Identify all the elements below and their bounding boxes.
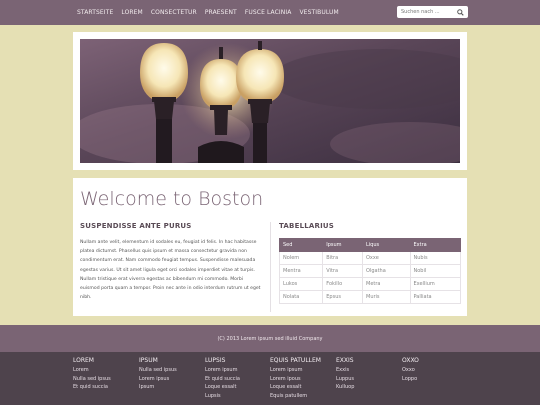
copyright-text: (C) 2013 Lorem ipsum sed illuid Company xyxy=(217,335,323,342)
table-cell: Metra xyxy=(362,277,411,291)
left-body-text: Nullam ante velit, elementum id sodales … xyxy=(80,240,261,301)
search-icon[interactable] xyxy=(455,6,465,18)
footer-link[interactable]: Nulla sed ipsus xyxy=(73,375,135,384)
table-cell: Mentra xyxy=(278,264,324,278)
nav-item-startseite[interactable]: STARTSEITE xyxy=(77,9,113,16)
footer-link[interactable]: Lupsis xyxy=(205,392,267,401)
footer-link[interactable]: Kulluop xyxy=(336,383,398,392)
main-nav: STARTSEITE LOREM CONSECTETUR PRAESENT FU… xyxy=(77,0,347,25)
footer-column-oxxo: OXXO Oxxo Loppo xyxy=(402,357,464,383)
right-column: TABELLARIUS Sed Ipsum Liqus Extra Nolem … xyxy=(278,222,461,304)
table-cell: Nolata xyxy=(278,290,324,304)
table-header-cell: Ipsum xyxy=(322,238,363,252)
column-divider xyxy=(270,222,271,312)
footer-column-lupsis: LUPSIS Lorem ipsum Et quid succia Loque … xyxy=(205,357,267,400)
footer-heading: EQUIS PATULLEM xyxy=(270,357,321,364)
footer-link[interactable]: Lorem ipsum xyxy=(205,366,267,375)
nav-item-consectetur[interactable]: CONSECTETUR xyxy=(151,9,197,16)
table-cell: Olgatha xyxy=(362,264,411,278)
table-cell: Epsus xyxy=(322,290,363,304)
table-cell: Vitra xyxy=(322,264,363,278)
table-cell: Muris xyxy=(362,290,411,304)
nav-item-praesent[interactable]: PRAESENT xyxy=(205,9,237,16)
footer-link[interactable]: Lorem ipous xyxy=(270,375,332,384)
footer-column-equis-patullem: EQUIS PATULLEM Lorem ipsum Lorem ipous L… xyxy=(270,357,332,400)
footer-column-exxis: EXXIS Exxis Luppus Kulluop xyxy=(336,357,398,392)
table-cell: Nobil xyxy=(409,264,461,278)
table-cell: Exellium xyxy=(409,277,461,291)
footer-link[interactable]: Nulla sed ipsus xyxy=(139,366,201,375)
footer-link[interactable]: Loppo xyxy=(402,375,464,384)
footer-link[interactable]: Et quid succia xyxy=(73,383,135,392)
table-row: Mentra Vitra Olgatha Nobil xyxy=(278,264,461,278)
main-content: Welcome to Boston SUSPENDISSE ANTE PURUS… xyxy=(73,178,467,316)
left-section-heading: SUSPENDISSE ANTE PURUS xyxy=(80,222,192,230)
table-cell: Fokillo xyxy=(322,277,363,291)
footer-link[interactable]: Loque essalt xyxy=(270,383,332,392)
footer-heading: LOREM xyxy=(73,357,94,364)
table-header-cell: Sed xyxy=(278,238,324,252)
search-input[interactable] xyxy=(397,6,455,18)
footer-link[interactable]: Et quid succia xyxy=(205,375,267,384)
footer-heading: LUPSIS xyxy=(205,357,226,364)
hero-street-lamps-image xyxy=(80,39,460,163)
copyright-bar: (C) 2013 Lorem ipsum sed illuid Company xyxy=(0,325,540,352)
footer: LOREM Lorem Nulla sed ipsus Et quid succ… xyxy=(0,352,540,405)
table-header-cell: Liqus xyxy=(362,238,411,252)
table-cell: Nolem xyxy=(278,251,324,265)
footer-heading: OXXO xyxy=(402,357,419,364)
right-section-heading: TABELLARIUS xyxy=(279,222,335,230)
table-row: Lukos Fokillo Metra Exellium xyxy=(278,277,461,291)
footer-link[interactable]: Luppus xyxy=(336,375,398,384)
footer-column-ipsum: IPSUM Nulla sed ipsus Lorem ipsus Ipsum xyxy=(139,357,201,392)
footer-link[interactable]: Equis patullem xyxy=(270,392,332,401)
search-box xyxy=(397,6,468,18)
footer-heading: IPSUM xyxy=(139,357,158,364)
nav-item-vestibulum[interactable]: VESTIBULUM xyxy=(299,9,338,16)
table-cell: Bitra xyxy=(322,251,363,265)
table-cell: Palliata xyxy=(409,290,461,304)
footer-link[interactable]: Ipsum xyxy=(139,383,201,392)
nav-item-fusce-lacinia[interactable]: FUSCE LACINIA xyxy=(245,9,292,16)
table-row: Nolata Epsus Muris Palliata xyxy=(278,290,461,304)
left-column: SUSPENDISSE ANTE PURUS Nullam ante velit… xyxy=(80,222,263,302)
nav-item-lorem[interactable]: LOREM xyxy=(121,9,143,16)
footer-link[interactable]: Lorem xyxy=(73,366,135,375)
data-table: Sed Ipsum Liqus Extra Nolem Bitra Oxxe N… xyxy=(278,238,461,304)
footer-link[interactable]: Loque essalt xyxy=(205,383,267,392)
footer-column-lorem: LOREM Lorem Nulla sed ipsus Et quid succ… xyxy=(73,357,135,392)
table-cell: Lukos xyxy=(278,277,324,291)
table-row: Nolem Bitra Oxxe Nubis xyxy=(278,251,461,265)
footer-link[interactable]: Lorem ipsum xyxy=(270,366,332,375)
footer-link[interactable]: Lorem ipsus xyxy=(139,375,201,384)
top-nav-bar: STARTSEITE LOREM CONSECTETUR PRAESENT FU… xyxy=(0,0,540,25)
footer-heading: EXXIS xyxy=(336,357,354,364)
table-header-cell: Extra xyxy=(409,238,461,252)
table-header-row: Sed Ipsum Liqus Extra xyxy=(278,238,461,252)
page-title: Welcome to Boston xyxy=(80,188,264,210)
footer-link[interactable]: Exxis xyxy=(336,366,398,375)
table-cell: Oxxe xyxy=(362,251,411,265)
hero-image-frame xyxy=(73,32,467,170)
footer-link[interactable]: Oxxo xyxy=(402,366,464,375)
table-cell: Nubis xyxy=(409,251,461,265)
